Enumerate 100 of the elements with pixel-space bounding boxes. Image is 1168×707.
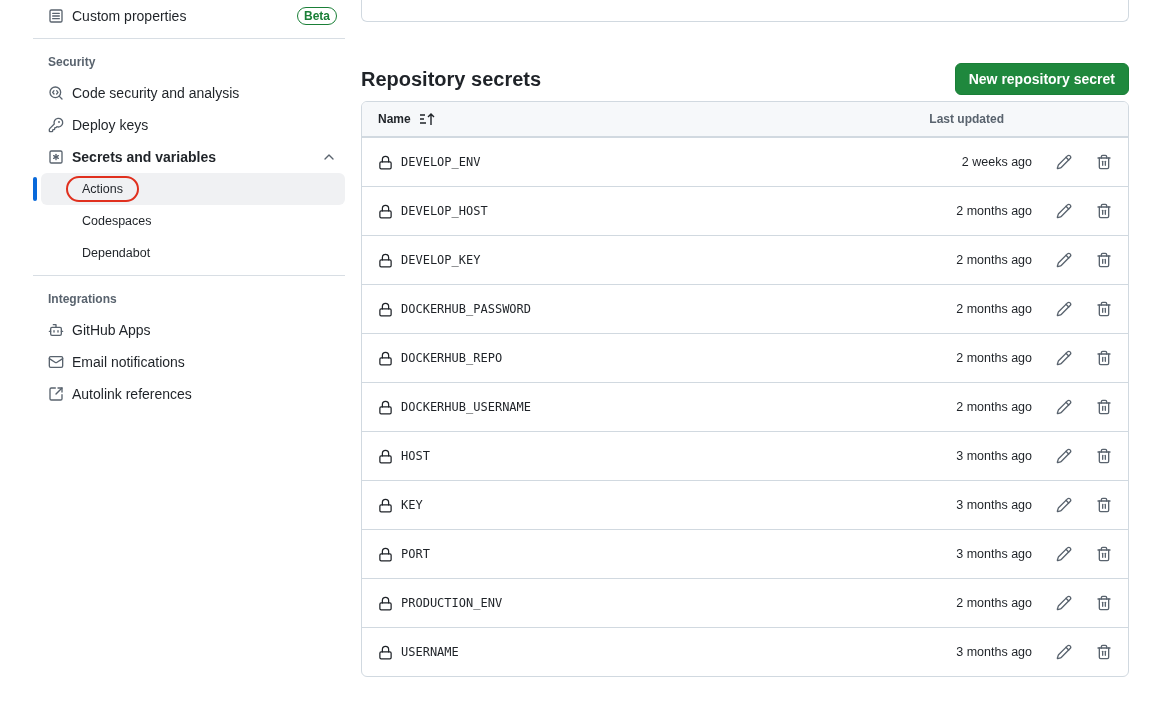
delete-button[interactable] xyxy=(1096,448,1112,464)
sort-icon[interactable] xyxy=(418,112,435,126)
last-updated: 3 months ago xyxy=(955,449,1032,463)
delete-button[interactable] xyxy=(1096,399,1112,415)
lock-icon xyxy=(378,252,393,268)
lock-icon xyxy=(378,203,393,219)
trash-icon xyxy=(1096,546,1112,562)
sidebar-subitem[interactable]: Dependabot xyxy=(41,237,345,269)
lock-icon xyxy=(378,595,393,611)
external-link-icon xyxy=(48,386,64,402)
secret-name: DEVELOP_HOST xyxy=(401,204,489,218)
pencil-icon xyxy=(1056,644,1072,660)
sidebar-item[interactable]: GitHub Apps xyxy=(33,314,345,346)
secret-name: HOST xyxy=(401,449,431,463)
lock-icon xyxy=(378,448,393,464)
lock-icon xyxy=(378,546,393,562)
asterisk-icon xyxy=(48,149,64,165)
section-title: Repository secrets xyxy=(361,67,542,91)
secret-name: DEVELOP_ENV xyxy=(401,155,482,169)
delete-button[interactable] xyxy=(1096,644,1112,660)
trash-icon xyxy=(1096,203,1112,219)
sidebar-item[interactable]: Custom properties Beta xyxy=(33,0,345,32)
sidebar-subitem[interactable]: Codespaces xyxy=(41,205,345,237)
trash-icon xyxy=(1096,154,1112,170)
secret-name: DOCKERHUB_USERNAME xyxy=(401,400,533,414)
delete-button[interactable] xyxy=(1096,252,1112,268)
trash-icon xyxy=(1096,497,1112,513)
delete-button[interactable] xyxy=(1096,595,1112,611)
secret-name: DOCKERHUB_PASSWORD xyxy=(401,302,533,316)
section-heading: Integrations xyxy=(47,291,118,308)
lock-icon xyxy=(378,497,393,513)
last-updated: 2 months ago xyxy=(955,351,1032,365)
delete-button[interactable] xyxy=(1096,497,1112,513)
sidebar-item[interactable]: Code security and analysis xyxy=(33,77,345,109)
edit-button[interactable] xyxy=(1056,154,1072,170)
selection-indicator xyxy=(33,177,37,201)
secret-name: KEY xyxy=(401,498,424,512)
pencil-icon xyxy=(1056,595,1072,611)
subitem-label: Dependabot xyxy=(81,245,152,262)
delete-button[interactable] xyxy=(1096,203,1112,219)
delete-button[interactable] xyxy=(1096,546,1112,562)
delete-button[interactable] xyxy=(1096,350,1112,366)
secret-name: DEVELOP_KEY xyxy=(401,253,482,267)
pencil-icon xyxy=(1056,203,1072,219)
last-updated: 2 weeks ago xyxy=(960,155,1032,169)
section-heading: Security xyxy=(47,54,97,71)
trash-icon xyxy=(1096,301,1112,317)
lock-icon xyxy=(378,644,393,660)
trash-icon xyxy=(1096,595,1112,611)
pencil-icon xyxy=(1056,154,1072,170)
code-search-icon xyxy=(48,85,64,101)
last-updated: 2 months ago xyxy=(955,204,1032,218)
secret-name: DOCKERHUB_REPO xyxy=(401,351,504,365)
pencil-icon xyxy=(1056,448,1072,464)
secret-name: USERNAME xyxy=(401,645,460,659)
edit-button[interactable] xyxy=(1056,301,1072,317)
edit-button[interactable] xyxy=(1056,350,1072,366)
bot-icon xyxy=(48,322,64,338)
pencil-icon xyxy=(1056,350,1072,366)
pencil-icon xyxy=(1056,301,1072,317)
trash-icon xyxy=(1096,350,1112,366)
edit-button[interactable] xyxy=(1056,497,1072,513)
lock-icon xyxy=(378,154,393,170)
last-updated: 3 months ago xyxy=(955,645,1032,659)
edit-button[interactable] xyxy=(1056,399,1072,415)
edit-button[interactable] xyxy=(1056,252,1072,268)
sidebar-item[interactable]: Autolink references xyxy=(33,378,345,410)
delete-button[interactable] xyxy=(1096,154,1112,170)
last-updated: 3 months ago xyxy=(955,498,1032,512)
edit-button[interactable] xyxy=(1056,595,1072,611)
subitem-label: Codespaces xyxy=(81,213,153,230)
sidebar-item[interactable]: Secrets and variables xyxy=(33,141,345,173)
sidebar-item[interactable]: Email notifications xyxy=(33,346,345,378)
trash-icon xyxy=(1096,644,1112,660)
last-updated: 3 months ago xyxy=(955,547,1032,561)
edit-button[interactable] xyxy=(1056,644,1072,660)
edit-button[interactable] xyxy=(1056,448,1072,464)
delete-button[interactable] xyxy=(1096,301,1112,317)
edit-button[interactable] xyxy=(1056,203,1072,219)
new-secret-button[interactable]: New repository secret xyxy=(954,63,1129,95)
last-updated: 2 months ago xyxy=(955,253,1032,267)
last-updated: 2 months ago xyxy=(955,302,1032,316)
list-icon xyxy=(48,8,64,24)
trash-icon xyxy=(1096,252,1112,268)
key-icon xyxy=(48,117,64,133)
sidebar-item[interactable]: Deploy keys xyxy=(33,109,345,141)
last-updated: 2 months ago xyxy=(955,596,1032,610)
pencil-icon xyxy=(1056,252,1072,268)
pencil-icon xyxy=(1056,497,1072,513)
lock-icon xyxy=(378,399,393,415)
pencil-icon xyxy=(1056,399,1072,415)
column-header: Name xyxy=(378,112,411,126)
pencil-icon xyxy=(1056,546,1072,562)
lock-icon xyxy=(378,350,393,366)
mail-icon xyxy=(48,354,64,370)
last-updated: 2 months ago xyxy=(955,400,1032,414)
trash-icon xyxy=(1096,399,1112,415)
column-header: Last updated xyxy=(929,112,1004,126)
secret-name: PRODUCTION_ENV xyxy=(401,596,504,610)
edit-button[interactable] xyxy=(1056,546,1072,562)
